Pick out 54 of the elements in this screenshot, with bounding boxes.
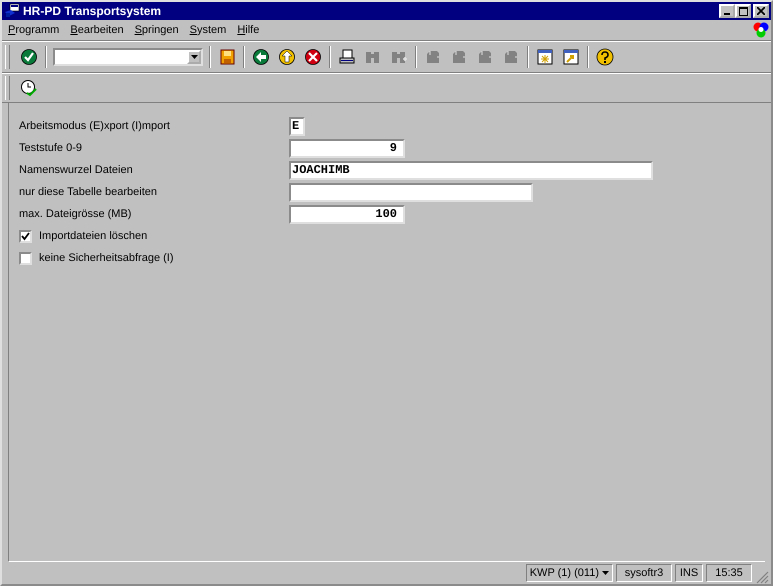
help-icon [596,48,614,66]
dropdown-icon [602,571,609,575]
check-button[interactable] [19,46,39,66]
input-field[interactable] [289,182,533,202]
field-label: Arbeitsmodus (E)xport (I)mport [19,120,171,132]
maximize-icon [738,6,748,16]
back-button[interactable] [251,46,271,66]
checkbox-label: Importdateien löschen [39,230,148,242]
exit-button[interactable] [277,46,297,66]
field-label: nur diese Tabelle bearbeiten [19,186,158,198]
cancel-button[interactable] [303,46,323,66]
input-field[interactable]: 100 [289,204,405,224]
shortcut-button[interactable] [561,46,581,66]
clock-check-icon [20,78,38,96]
caret-icon [190,54,198,58]
exit-icon [278,48,296,66]
system-info-field[interactable]: KWP (1) (011) [526,564,613,582]
print-button[interactable] [337,46,357,66]
checkbox[interactable] [19,252,32,264]
checkbox-label: keine Sicherheitsabfrage (I) [39,252,174,264]
command-field[interactable] [53,48,203,66]
server-field: sysoftr3 [616,564,672,582]
field-label: max. Dateigrösse (MB) [19,208,132,220]
execute-button[interactable] [19,78,39,98]
new-session-button[interactable] [535,46,555,66]
print-icon [338,48,356,66]
check-icon [20,48,38,66]
new-session-icon [536,48,554,66]
resize-grip-icon [755,570,769,584]
cancel-icon [304,48,322,66]
back-icon [252,48,270,66]
insert-mode-field: INS [675,564,703,582]
menu-item[interactable]: Springen [134,24,179,36]
menu-item[interactable]: System [190,24,226,36]
save-icon [218,48,236,66]
maximize-button[interactable] [735,4,751,18]
input-field[interactable]: 9 [289,138,405,158]
minimize-button[interactable] [719,4,735,18]
checkbox[interactable] [19,230,32,242]
color-circles-icon [753,22,769,38]
menu-item[interactable]: Hilfe [237,24,260,36]
field-label: Namenswurzel Dateien [19,164,134,176]
field-label: Teststufe 0-9 [19,142,83,154]
menu-item[interactable]: Bearbeiten [70,24,124,36]
menu-item[interactable]: Programm [8,24,60,36]
close-button[interactable] [753,4,769,18]
window-title: HR-PD Transportsystem [23,4,162,18]
help-button[interactable] [595,46,615,66]
shortcut-icon [562,48,580,66]
time-field: 15:35 [706,564,752,582]
input-field[interactable]: JOACHIMB [289,160,653,180]
dropdown-button[interactable] [187,50,201,64]
close-icon [757,7,765,15]
input-field[interactable]: E [289,116,305,136]
